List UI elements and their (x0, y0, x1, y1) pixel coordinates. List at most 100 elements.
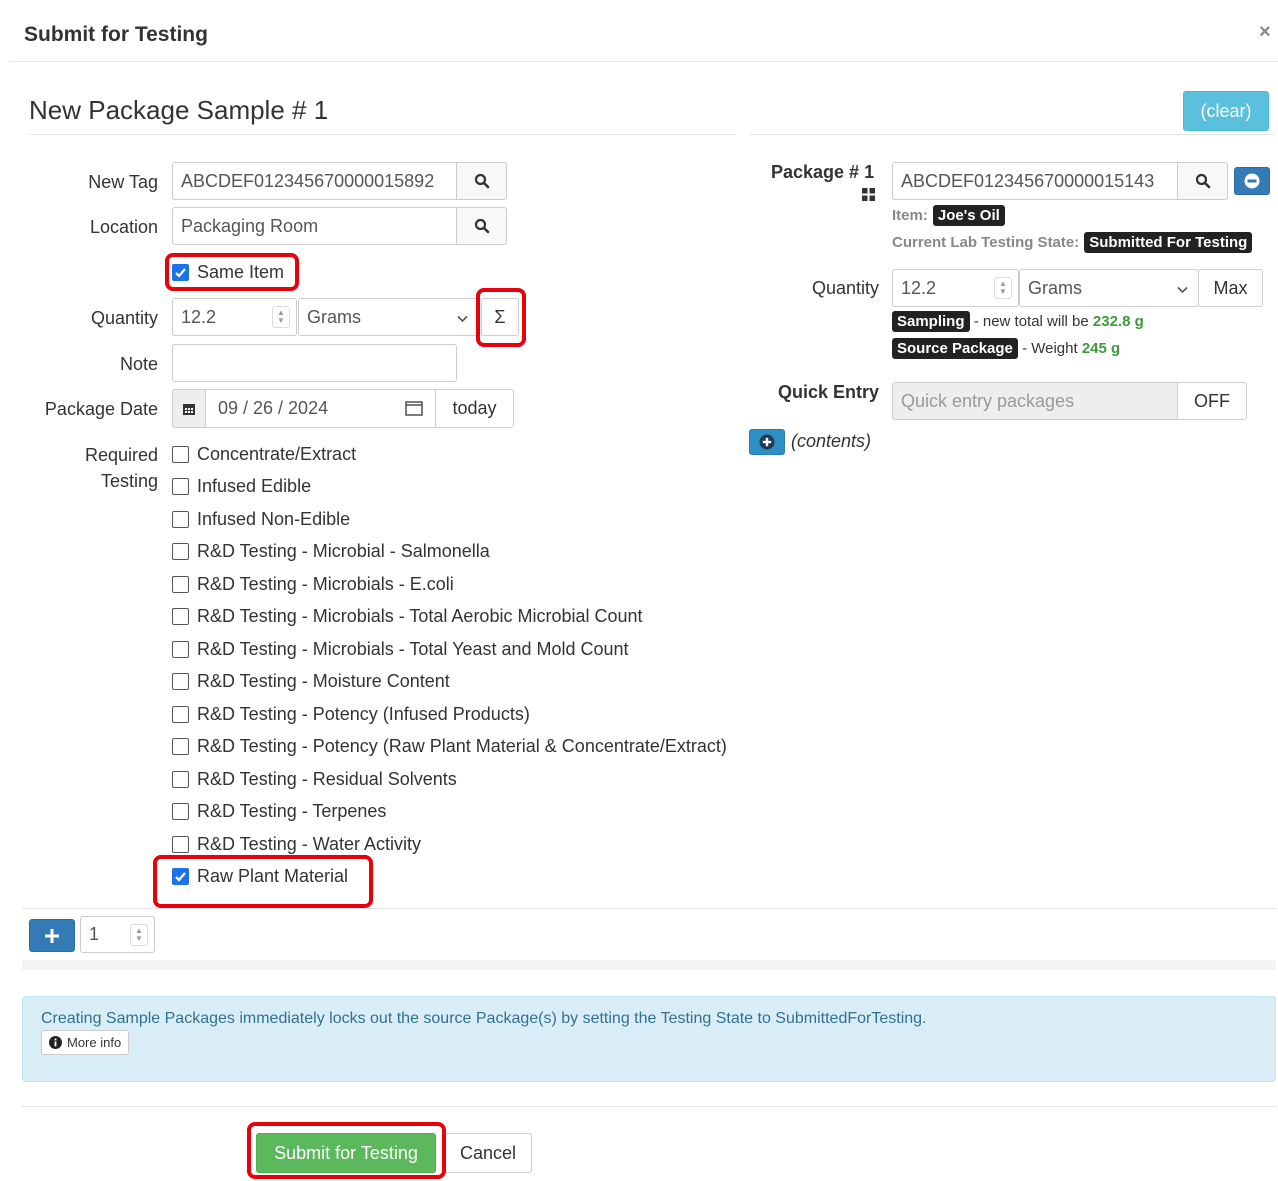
checkbox-icon[interactable] (172, 835, 189, 853)
sum-button[interactable]: Σ (481, 298, 519, 336)
more-info-button[interactable]: More info (41, 1030, 130, 1055)
add-count-input[interactable]: 1 ▲ ▼ (80, 916, 155, 953)
sampling-value: 232.8 g (1092, 313, 1144, 330)
testing-option[interactable]: R&D Testing - Moisture Content (172, 666, 742, 699)
checkbox-icon[interactable] (172, 803, 189, 821)
footer-divider (22, 1106, 1276, 1107)
unit-value: Grams (307, 306, 361, 327)
source-badge: Source Package (892, 338, 1018, 359)
testing-option-label: R&D Testing - Microbials - Total Aerobic… (197, 606, 643, 627)
item-label: Item: (892, 207, 928, 224)
testing-option[interactable]: R&D Testing - Potency (Infused Products) (172, 698, 742, 731)
testing-option-label: Raw Plant Material (197, 866, 349, 887)
testing-option[interactable]: Concentrate/Extract (172, 438, 742, 471)
quantity-input[interactable]: 12.2 ▲ ▼ (172, 298, 297, 336)
testing-option-label: R&D Testing - Moisture Content (197, 671, 450, 692)
testing-option[interactable]: R&D Testing - Terpenes (172, 796, 742, 829)
checkbox-icon[interactable] (172, 543, 189, 561)
stepper-icon[interactable]: ▲ ▼ (994, 277, 1012, 299)
checkbox-icon[interactable] (172, 478, 189, 496)
contents-label: (contents) (791, 431, 872, 451)
cancel-button[interactable]: Cancel (444, 1133, 532, 1173)
new-tag-search-button[interactable] (456, 162, 507, 200)
testing-option-label: Infused Edible (197, 476, 312, 497)
quick-entry-toggle[interactable]: OFF (1177, 382, 1247, 420)
testing-option-label: R&D Testing - Residual Solvents (197, 768, 457, 789)
package-search-button[interactable] (1177, 162, 1228, 200)
sampling-text: - new total will be (973, 313, 1089, 330)
checkbox-icon[interactable] (172, 640, 189, 658)
stepper-icon[interactable]: ▲ ▼ (272, 306, 290, 328)
testing-option-label: R&D Testing - Microbial - Salmonella (197, 541, 490, 562)
testing-option[interactable]: Raw Plant Material (172, 861, 742, 894)
info-alert-text: Creating Sample Packages immediately loc… (41, 1010, 927, 1027)
testing-option-label: R&D Testing - Potency (Raw Plant Materia… (197, 736, 727, 757)
testing-option[interactable]: R&D Testing - Microbials - Total Yeast a… (172, 633, 742, 666)
section-divider (29, 134, 736, 135)
section-divider-right (750, 134, 1274, 135)
info-icon (49, 1036, 62, 1049)
package-date-input[interactable]: 09 / 26 / 2024 (205, 389, 436, 428)
more-info-label: More info (67, 1035, 122, 1050)
checkbox-icon[interactable] (172, 608, 189, 626)
testing-option[interactable]: R&D Testing - Residual Solvents (172, 763, 742, 796)
testing-option[interactable]: R&D Testing - Microbial - Salmonella (172, 536, 742, 569)
calendar-picker-icon[interactable] (405, 400, 423, 421)
new-tag-label: New Tag (88, 172, 158, 192)
form-divider (22, 908, 1276, 909)
location-search-button[interactable] (456, 207, 507, 245)
today-button[interactable]: today (435, 389, 514, 428)
add-contents-button[interactable] (749, 429, 785, 455)
remove-package-button[interactable] (1234, 167, 1270, 195)
add-sample-button[interactable] (29, 919, 75, 952)
max-button[interactable]: Max (1198, 269, 1263, 307)
required-testing-list: Concentrate/Extract Infused Edible Infused… (172, 438, 742, 893)
quick-entry-label: Quick Entry (777, 382, 879, 402)
stepper-icon[interactable]: ▲ ▼ (130, 923, 148, 946)
required-testing-label-line2: Testing (100, 471, 158, 491)
package-unit-value: Grams (1028, 277, 1082, 298)
form-footer-bar (22, 960, 1276, 970)
same-item-checkbox[interactable]: Same Item (172, 256, 284, 289)
close-icon[interactable]: × (1259, 21, 1271, 44)
package-tag-input[interactable]: ABCDEF012345670000015143 (892, 162, 1178, 200)
quick-entry-input[interactable]: Quick entry packages (892, 382, 1178, 420)
note-input[interactable] (172, 344, 457, 382)
package-date-value: 09 / 26 / 2024 (218, 398, 329, 418)
checkbox-icon[interactable] (172, 770, 189, 788)
checkbox-checked-icon[interactable] (172, 868, 189, 886)
checkbox-icon[interactable] (172, 575, 189, 593)
testing-option[interactable]: R&D Testing - Microbials - E.coli (172, 568, 742, 601)
plus-icon (45, 928, 59, 943)
testing-option[interactable]: R&D Testing - Potency (Raw Plant Materia… (172, 731, 742, 764)
checkbox-icon[interactable] (172, 705, 189, 723)
unit-select[interactable]: Grams (298, 298, 479, 336)
testing-option[interactable]: R&D Testing - Water Activity (172, 828, 742, 861)
grid-icon[interactable] (862, 185, 875, 206)
checkbox-icon[interactable] (172, 738, 189, 756)
checkbox-icon[interactable] (172, 445, 189, 463)
package-tag-value: ABCDEF012345670000015143 (901, 170, 1155, 191)
new-tag-input[interactable]: ABCDEF012345670000015892 (172, 162, 457, 200)
same-item-label: Same Item (197, 261, 285, 282)
testing-option[interactable]: Infused Edible (172, 471, 742, 504)
note-label: Note (119, 354, 158, 374)
checkbox-checked-icon[interactable] (172, 263, 189, 281)
testing-option[interactable]: R&D Testing - Microbials - Total Aerobic… (172, 601, 742, 634)
plus-circle-icon (759, 434, 775, 450)
location-input[interactable]: Packaging Room (172, 207, 457, 245)
lab-state-label: Current Lab Testing State: (892, 234, 1080, 251)
clear-button[interactable]: (clear) (1183, 91, 1269, 131)
checkbox-icon[interactable] (172, 673, 189, 691)
item-badge: Joe's Oil (932, 205, 1005, 226)
submit-for-testing-button[interactable]: Submit for Testing (256, 1133, 436, 1173)
testing-option[interactable]: Infused Non-Edible (172, 503, 742, 536)
package-unit-select[interactable]: Grams (1019, 269, 1199, 307)
minus-circle-icon (1244, 173, 1260, 189)
package-quantity-label: Quantity (811, 278, 879, 298)
section-title: New Package Sample # 1 (29, 95, 329, 125)
package-quantity-input[interactable]: 12.2 ▲ ▼ (892, 269, 1019, 307)
testing-option-label: Concentrate/Extract (197, 443, 357, 464)
source-line: Source Package - Weight 245 g (892, 338, 1120, 359)
checkbox-icon[interactable] (172, 510, 189, 528)
